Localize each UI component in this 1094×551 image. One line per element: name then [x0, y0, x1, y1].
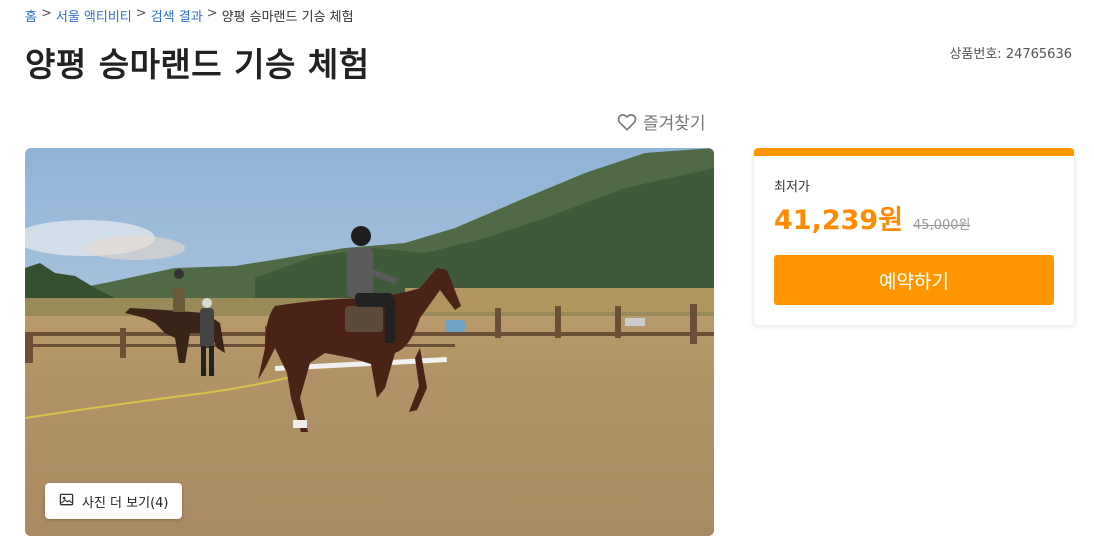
breadcrumb-separator: >: [206, 6, 218, 21]
price-row: 41,239원 45,000원: [774, 198, 970, 237]
product-number: 상품번호: 24765636: [949, 47, 1072, 62]
breadcrumb-category[interactable]: 서울 액티비티: [56, 6, 132, 25]
reserve-button[interactable]: 예약하기: [774, 255, 1054, 305]
breadcrumb-separator: >: [135, 6, 147, 21]
image-icon: [59, 492, 74, 511]
favorite-button[interactable]: 즐겨찾기: [617, 109, 706, 134]
heart-outline-icon: [617, 113, 637, 131]
breadcrumb-current: 양평 승마랜드 기승 체험: [221, 10, 354, 25]
current-price: 41,239원: [774, 205, 904, 236]
price-label: 최저가: [774, 180, 810, 195]
breadcrumb-search-results[interactable]: 검색 결과: [151, 6, 203, 25]
page-title: 양평 승마랜드 기승 체험: [25, 45, 370, 84]
breadcrumb-home[interactable]: 홈: [25, 6, 37, 25]
original-price: 45,000원: [913, 218, 971, 233]
main-photo[interactable]: 사진 더 보기(4): [25, 148, 714, 536]
more-photos-button[interactable]: 사진 더 보기(4): [45, 483, 183, 519]
breadcrumb-separator: >: [40, 6, 52, 21]
price-card: 최저가 41,239원 45,000원 예약하기: [754, 148, 1074, 325]
horse-riding-photo: [25, 148, 714, 536]
favorite-label: 즐겨찾기: [643, 114, 706, 134]
breadcrumb: 홈 > 서울 액티비티 > 검색 결과 > 양평 승마랜드 기승 체험: [25, 6, 354, 25]
more-photos-label: 사진 더 보기(4): [82, 495, 169, 511]
